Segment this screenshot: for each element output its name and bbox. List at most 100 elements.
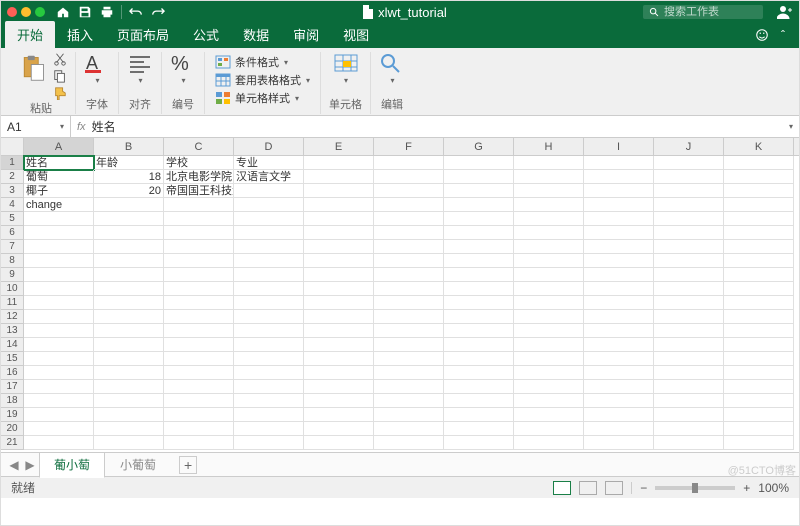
row-header[interactable]: 16 — [1, 366, 24, 380]
cell[interactable] — [514, 282, 584, 296]
cell[interactable] — [654, 254, 724, 268]
cell[interactable] — [514, 324, 584, 338]
cell[interactable] — [164, 296, 234, 310]
cell[interactable] — [164, 268, 234, 282]
cell[interactable] — [374, 254, 444, 268]
row-header[interactable]: 3 — [1, 184, 24, 198]
cell[interactable] — [444, 296, 514, 310]
add-user-icon[interactable] — [777, 4, 793, 20]
table-format-button[interactable]: 套用表格格式▾ — [215, 72, 310, 88]
fx-label[interactable]: fx — [77, 121, 86, 133]
cell[interactable] — [514, 240, 584, 254]
row-header[interactable]: 1 — [1, 156, 24, 170]
cell[interactable] — [234, 422, 304, 436]
cell[interactable] — [164, 198, 234, 212]
cell[interactable] — [304, 436, 374, 450]
cell[interactable] — [374, 338, 444, 352]
print-icon[interactable] — [99, 4, 115, 20]
cell[interactable] — [24, 282, 94, 296]
cell[interactable] — [444, 394, 514, 408]
cell[interactable] — [24, 324, 94, 338]
redo-icon[interactable] — [150, 4, 166, 20]
cell[interactable] — [724, 212, 794, 226]
cell[interactable] — [234, 226, 304, 240]
cell[interactable] — [374, 352, 444, 366]
cell[interactable] — [374, 422, 444, 436]
cell[interactable] — [444, 226, 514, 240]
cell[interactable] — [304, 310, 374, 324]
cell[interactable]: 北京电影学院 — [164, 170, 234, 184]
cell[interactable] — [374, 324, 444, 338]
sheet-nav-next[interactable]: ▶ — [23, 458, 37, 472]
cell[interactable]: 帝国国王科技大学 — [164, 184, 234, 198]
row-header[interactable]: 7 — [1, 240, 24, 254]
cell[interactable] — [654, 198, 724, 212]
row-header[interactable]: 8 — [1, 254, 24, 268]
cell[interactable] — [304, 296, 374, 310]
cell[interactable] — [514, 394, 584, 408]
cell[interactable] — [94, 240, 164, 254]
cut-icon[interactable] — [53, 52, 67, 66]
cell[interactable] — [724, 170, 794, 184]
row-header[interactable]: 6 — [1, 226, 24, 240]
select-all-corner[interactable] — [1, 138, 24, 155]
cell[interactable] — [304, 394, 374, 408]
cell[interactable] — [164, 282, 234, 296]
tab-4[interactable]: 数据 — [231, 21, 281, 48]
col-header[interactable]: E — [304, 138, 374, 155]
cell[interactable] — [584, 422, 654, 436]
undo-icon[interactable] — [128, 4, 144, 20]
cell[interactable] — [584, 268, 654, 282]
cell[interactable] — [724, 380, 794, 394]
sheet-nav-prev[interactable]: ◀ — [7, 458, 21, 472]
cell[interactable] — [654, 226, 724, 240]
cell[interactable] — [164, 436, 234, 450]
cell[interactable] — [304, 380, 374, 394]
cell[interactable] — [444, 408, 514, 422]
col-header[interactable]: K — [724, 138, 794, 155]
cell[interactable] — [514, 198, 584, 212]
cell[interactable] — [654, 212, 724, 226]
cell[interactable]: 20 — [94, 184, 164, 198]
cell[interactable] — [584, 240, 654, 254]
cell[interactable] — [24, 380, 94, 394]
cell[interactable] — [444, 198, 514, 212]
row-header[interactable]: 20 — [1, 422, 24, 436]
cell[interactable] — [444, 352, 514, 366]
cell[interactable] — [304, 366, 374, 380]
cell[interactable] — [164, 380, 234, 394]
tab-0[interactable]: 开始 — [5, 21, 55, 48]
cell[interactable] — [654, 170, 724, 184]
row-header[interactable]: 21 — [1, 436, 24, 450]
cell[interactable] — [584, 212, 654, 226]
cell[interactable] — [584, 310, 654, 324]
cell[interactable] — [584, 408, 654, 422]
page-break-view-button[interactable] — [605, 481, 623, 495]
cell[interactable] — [584, 338, 654, 352]
cell[interactable] — [164, 240, 234, 254]
cell[interactable]: 18 — [94, 170, 164, 184]
cell[interactable] — [654, 156, 724, 170]
cell[interactable]: 椰子 — [24, 184, 94, 198]
cell[interactable] — [374, 240, 444, 254]
cell[interactable] — [584, 394, 654, 408]
cell[interactable] — [164, 366, 234, 380]
cell[interactable] — [304, 282, 374, 296]
cell[interactable] — [164, 324, 234, 338]
cell[interactable] — [374, 408, 444, 422]
cell[interactable] — [24, 212, 94, 226]
row-header[interactable]: 17 — [1, 380, 24, 394]
cell[interactable] — [584, 198, 654, 212]
sheet-tab[interactable]: 葡小萄 — [39, 452, 105, 478]
cell[interactable] — [94, 394, 164, 408]
cell[interactable] — [444, 436, 514, 450]
cell[interactable] — [304, 268, 374, 282]
cell[interactable] — [234, 380, 304, 394]
cell[interactable] — [304, 184, 374, 198]
cell[interactable] — [514, 254, 584, 268]
cell[interactable] — [444, 212, 514, 226]
cell[interactable] — [234, 296, 304, 310]
zoom-out-button[interactable]: − — [640, 481, 647, 495]
paste-button[interactable] — [15, 52, 51, 84]
format-painter-icon[interactable] — [53, 86, 67, 100]
